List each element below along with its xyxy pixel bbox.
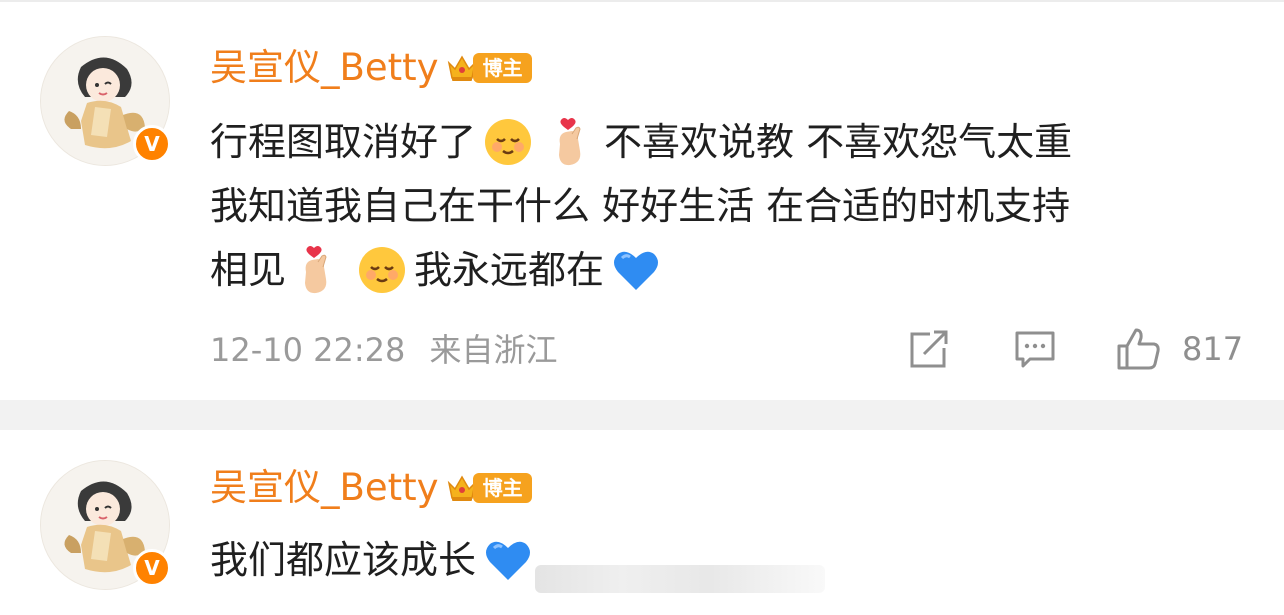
location: 来自浙江 xyxy=(429,331,558,369)
share-button[interactable] xyxy=(908,330,950,370)
blurred-watermark xyxy=(535,565,825,593)
timestamp: 12-10 22:28 xyxy=(210,331,406,369)
verified-badge: V xyxy=(133,125,171,163)
blue-heart-emoji-icon xyxy=(482,534,534,586)
text-segment: 不喜欢说教 不喜欢怨气太重 xyxy=(604,120,1073,164)
avatar[interactable]: V xyxy=(40,36,171,166)
text-segment: 我永远都在 xyxy=(414,248,605,292)
comment-header: 吴宣仪_Betty 博主 xyxy=(210,46,532,90)
share-icon xyxy=(910,330,948,368)
comment-button[interactable] xyxy=(1014,330,1056,370)
blogger-badge: 博主 xyxy=(445,470,532,506)
comment-item: V 吴宣仪_Betty 博主 行程图取消好了 不喜欢说教 不喜欢怨气太重 我知道… xyxy=(0,0,1284,400)
comment-line: 我们都应该成长 xyxy=(210,528,540,592)
username-link[interactable]: 吴宣仪_Betty xyxy=(210,46,439,90)
like-button[interactable]: 817 xyxy=(1116,326,1243,372)
comment-icon xyxy=(1015,331,1055,368)
section-divider xyxy=(0,400,1284,430)
comment-line: 相见 我永远都在 xyxy=(210,238,1072,302)
blogger-badge-label: 博主 xyxy=(472,473,532,503)
comment-meta: 12-10 22:28 来自浙江 xyxy=(210,330,558,370)
text-segment: 我们都应该成长 xyxy=(210,538,477,582)
username-link[interactable]: 吴宣仪_Betty xyxy=(210,466,439,510)
smile-emoji-icon xyxy=(482,116,534,168)
like-count: 817 xyxy=(1182,330,1244,368)
comment-item: V 吴宣仪_Betty 博主 我们都应该成长 xyxy=(0,430,1284,615)
comment-text: 我们都应该成长 xyxy=(210,528,540,592)
comment-text: 行程图取消好了 不喜欢说教 不喜欢怨气太重 我知道我自己在干什么 好好生活 在合… xyxy=(210,110,1072,302)
comment-line: 我知道我自己在干什么 好好生活 在合适的时机支持 xyxy=(210,174,1072,238)
finger-heart-emoji-icon xyxy=(292,244,344,296)
blogger-badge-label: 博主 xyxy=(472,53,532,83)
thumbs-up-icon xyxy=(1117,328,1160,370)
text-segment: 行程图取消好了 xyxy=(210,120,477,164)
blue-heart-emoji-icon xyxy=(610,244,662,296)
verified-badge: V xyxy=(133,549,171,587)
text-segment: 相见 xyxy=(210,248,287,292)
comment-line: 行程图取消好了 不喜欢说教 不喜欢怨气太重 xyxy=(210,110,1072,174)
blogger-badge: 博主 xyxy=(445,50,532,86)
finger-heart-emoji-icon xyxy=(546,116,598,168)
comment-header: 吴宣仪_Betty 博主 xyxy=(210,466,532,510)
avatar[interactable]: V xyxy=(40,460,171,590)
smile-emoji-icon xyxy=(356,244,408,296)
text-segment: 我知道我自己在干什么 好好生活 在合适的时机支持 xyxy=(210,184,1071,228)
